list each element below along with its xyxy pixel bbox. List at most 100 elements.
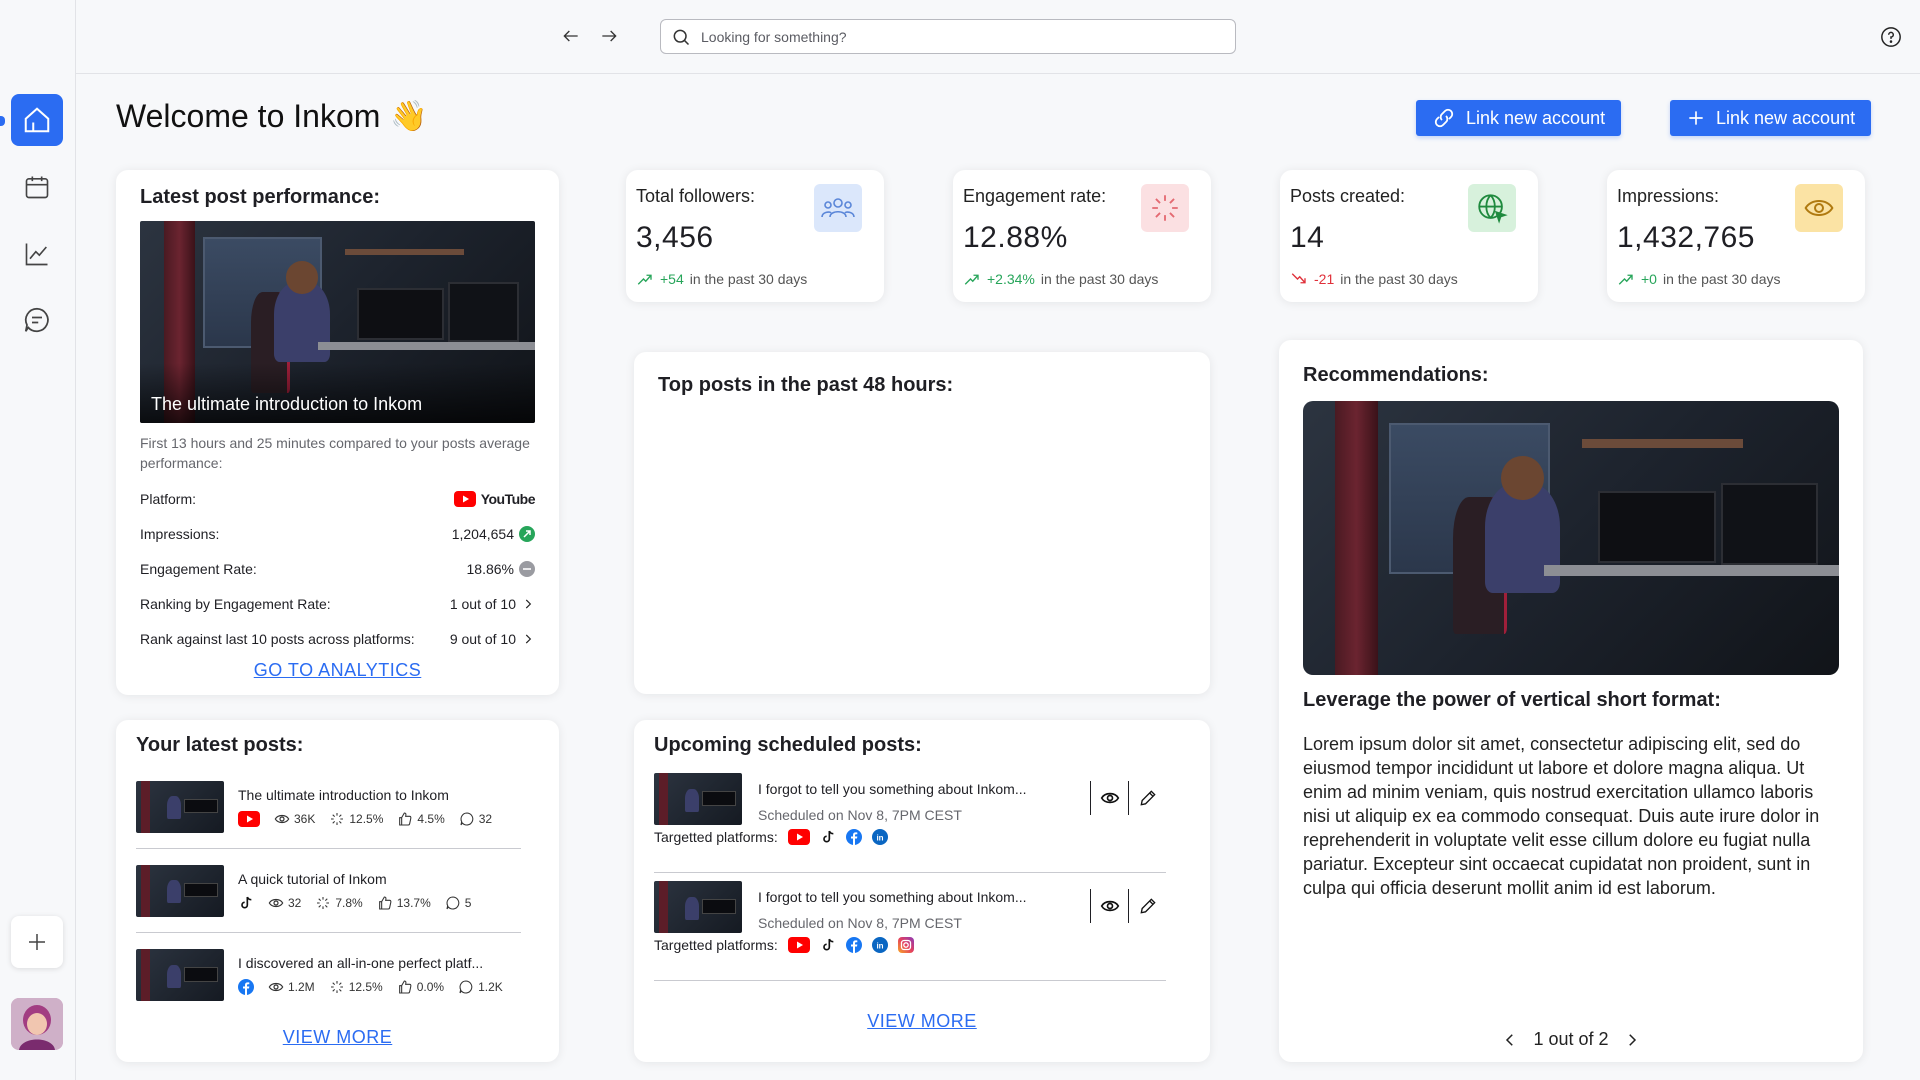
targets-label: Targetted platforms: <box>654 829 778 845</box>
help-button[interactable] <box>1880 26 1902 53</box>
card-title: Upcoming scheduled posts: <box>654 734 922 756</box>
stat-delta-value: -21 <box>1314 271 1335 287</box>
youtube-wordmark: YouTube <box>480 490 536 507</box>
stat-delta-suffix: in the past 30 days <box>689 271 808 287</box>
stat-card-engagement: Engagement rate: 12.88% +2.34% in the pa… <box>953 170 1211 302</box>
search-icon <box>673 29 690 45</box>
card-title: Your latest posts: <box>136 734 304 756</box>
perf-row-rank-platforms[interactable]: Rank against last 10 posts across platfo… <box>140 621 535 656</box>
arrow-left-icon <box>563 30 578 42</box>
svg-text:in: in <box>876 942 883 951</box>
comment-icon <box>460 811 474 825</box>
pencil-icon <box>1139 898 1156 914</box>
eye-icon <box>1100 900 1119 912</box>
stat-card-posts: Posts created: 14 -21 in the past 30 day… <box>1280 170 1538 302</box>
neutral-badge-icon <box>519 560 535 577</box>
likes-count: 13.7% <box>396 895 431 910</box>
avatar[interactable] <box>11 998 63 1050</box>
spinner-icon <box>317 896 330 909</box>
page-title: Welcome to Inkom 👋 <box>116 98 428 135</box>
post-thumbnail[interactable]: The ultimate introduction to Inkom <box>140 221 535 423</box>
recommendation-image[interactable] <box>1303 401 1839 675</box>
go-to-analytics-link[interactable]: GO TO ANALYTICS <box>254 660 422 680</box>
comment-icon <box>459 980 473 994</box>
perf-value: 18.86% <box>466 560 514 577</box>
nav-messages[interactable] <box>11 294 63 346</box>
scheduled-post[interactable]: I forgot to tell you something about Ink… <box>654 765 1166 873</box>
post-title: A quick tutorial of Inkom <box>238 870 387 887</box>
calendar-icon <box>25 176 49 199</box>
nav-analytics[interactable] <box>11 228 63 280</box>
tiktok-icon <box>822 938 834 951</box>
facebook-icon <box>845 937 862 953</box>
chevron-right-icon[interactable] <box>1623 1031 1641 1049</box>
edit-button[interactable] <box>1128 889 1166 923</box>
chevron-left-icon[interactable] <box>1501 1031 1519 1049</box>
youtube-logo: YouTube <box>453 490 536 507</box>
chevron-right-icon <box>525 634 532 643</box>
scheduled-post[interactable]: I forgot to tell you something about Ink… <box>654 873 1166 981</box>
top-posts-card: Top posts in the past 48 hours: <box>634 352 1210 694</box>
facebook-icon <box>845 829 862 845</box>
pager: 1 out of 2 <box>1279 1029 1863 1050</box>
add-button[interactable] <box>11 916 63 968</box>
perf-row-impressions: Impressions: 1,204,654 <box>140 516 535 551</box>
views-count: 1.2M <box>288 980 315 994</box>
spinner-icon <box>330 981 343 993</box>
eye-icon <box>1795 184 1843 232</box>
search-input[interactable] <box>701 28 1201 45</box>
trend-up-icon <box>964 274 979 285</box>
up-badge-icon <box>519 525 535 542</box>
perf-subtitle: First 13 hours and 25 minutes compared t… <box>140 435 530 471</box>
thumbs-up-icon <box>398 980 412 994</box>
perf-row-ranking[interactable]: Ranking by Engagement Rate: 1 out of 10 <box>140 586 535 621</box>
stat-delta: +54 in the past 30 days <box>636 270 807 288</box>
nav-home[interactable] <box>11 94 63 146</box>
perf-label: Platform: <box>140 490 197 507</box>
thumbs-up-icon <box>378 895 392 910</box>
card-title: Latest post performance: <box>140 186 381 208</box>
forward-button[interactable] <box>598 25 620 47</box>
list-item[interactable]: A quick tutorial of Inkom 32 7.8% 13.7% … <box>136 849 521 933</box>
post-thumbnail <box>654 773 742 825</box>
nav-calendar[interactable] <box>11 161 63 213</box>
preview-button[interactable] <box>1090 889 1128 923</box>
engagement-count: 12.5% <box>349 811 384 826</box>
scheduled-time: Scheduled on Nov 8, 7PM CEST <box>758 915 962 931</box>
link-account-label-2: Link new account <box>1716 107 1856 128</box>
post-thumbnail <box>136 780 224 833</box>
list-item[interactable]: The ultimate introduction to Inkom 36K 1… <box>136 765 521 849</box>
perf-row-engagement: Engagement Rate: 18.86% <box>140 551 535 586</box>
chart-icon <box>25 243 48 266</box>
back-button[interactable] <box>560 25 582 47</box>
home-icon <box>24 107 50 133</box>
search-bar[interactable] <box>660 19 1236 54</box>
comment-icon <box>446 895 460 909</box>
youtube-icon <box>787 829 810 845</box>
view-more-link[interactable]: VIEW MORE <box>283 1027 393 1047</box>
link-icon <box>1434 108 1454 128</box>
link-account-button-2[interactable]: Link new account <box>1670 100 1872 136</box>
scheduled-title: I forgot to tell you something about Ink… <box>758 781 1027 797</box>
stat-delta-value: +0 <box>1641 271 1657 287</box>
plus-icon <box>1689 111 1703 125</box>
avatar-image <box>11 998 63 1050</box>
edit-button[interactable] <box>1128 781 1166 815</box>
view-more-link[interactable]: VIEW MORE <box>867 1011 977 1031</box>
recommendations-card: Recommendations: Leverage the power of v… <box>1279 340 1863 1062</box>
list-item[interactable]: I discovered an all-in-one perfect platf… <box>136 933 521 1017</box>
stat-delta: +0 in the past 30 days <box>1617 270 1781 288</box>
link-account-button-1[interactable]: Link new account <box>1416 100 1622 136</box>
facebook-icon <box>238 979 254 995</box>
card-title: Top posts in the past 48 hours: <box>658 374 954 396</box>
perf-value: 1 out of 10 <box>449 595 516 612</box>
youtube-icon <box>238 810 260 827</box>
perf-value: 9 out of 10 <box>449 630 516 647</box>
post-title: I discovered an all-in-one perfect platf… <box>238 955 484 971</box>
linkedin-icon: in <box>871 829 888 845</box>
pencil-icon <box>1139 790 1156 806</box>
page-title-text: Welcome to Inkom <box>116 98 381 134</box>
stat-delta-suffix: in the past 30 days <box>1662 271 1781 287</box>
preview-button[interactable] <box>1090 781 1128 815</box>
eye-icon <box>268 982 284 992</box>
